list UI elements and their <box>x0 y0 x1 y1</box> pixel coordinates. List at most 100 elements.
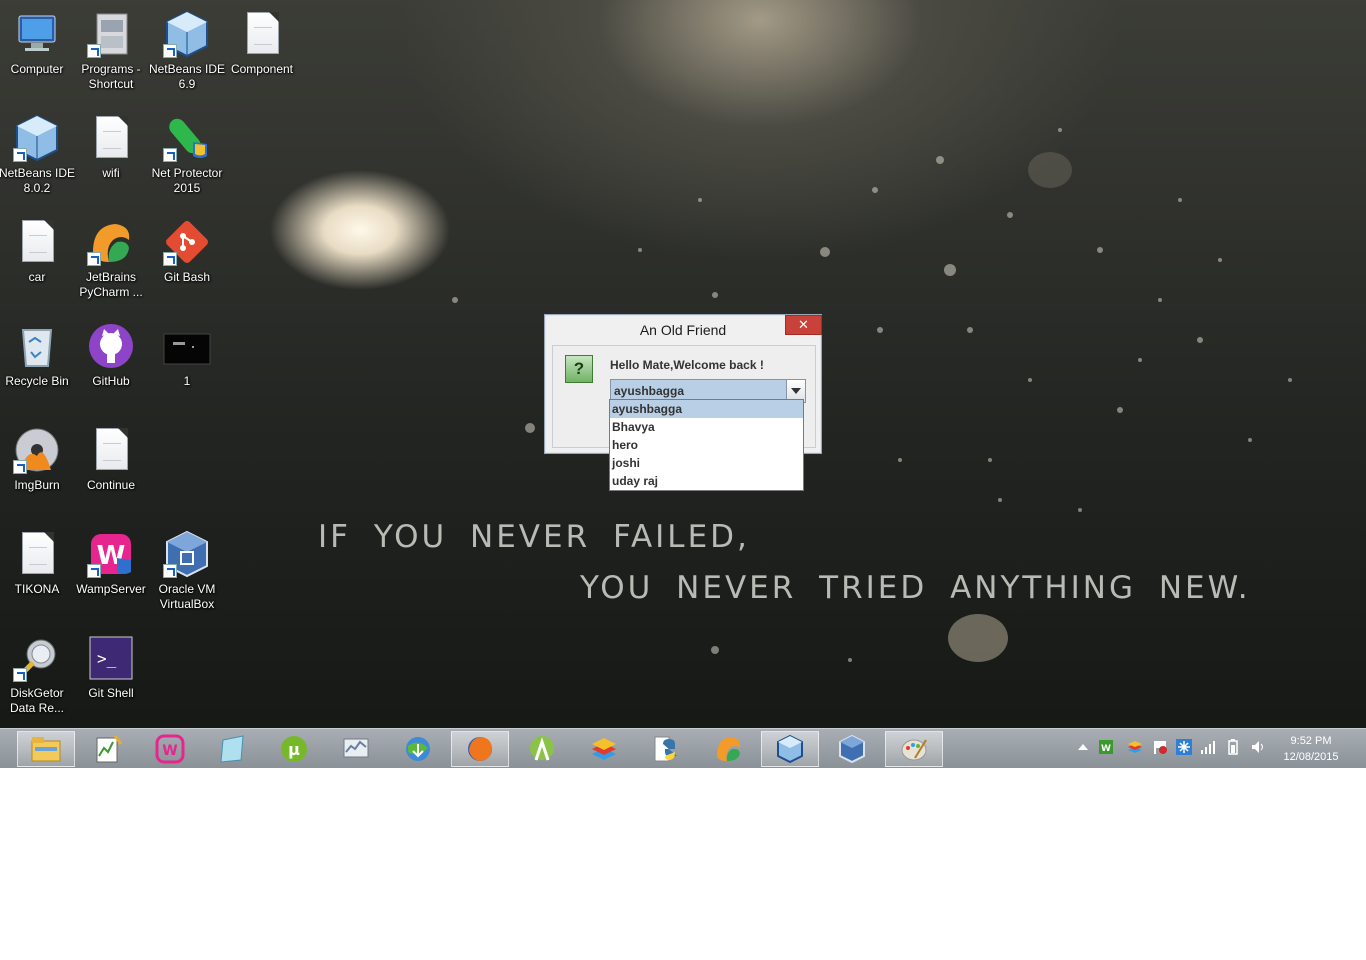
question-icon: ? <box>565 355 593 383</box>
paint-icon[interactable] <box>885 731 943 767</box>
git-shell-icon: >_ <box>87 634 135 682</box>
action-center-flag-icon[interactable] <box>1152 739 1168 755</box>
netbeans-icon <box>13 114 61 162</box>
desktop-icon-component[interactable]: Component <box>225 2 299 98</box>
desktop-icon-label: Component <box>230 62 294 76</box>
close-button[interactable]: ✕ <box>785 315 822 335</box>
desktop-icon-label: Net Protector 2015 <box>151 166 223 195</box>
svg-text:>_: >_ <box>97 649 117 668</box>
desktop-icon-git-shell[interactable]: >_ Git Shell <box>74 626 148 722</box>
desktop-icon-virtualbox[interactable]: Oracle VM VirtualBox <box>150 522 224 618</box>
shortcut-arrow-icon <box>87 44 101 58</box>
computer-icon <box>13 10 61 58</box>
github-icon <box>87 322 135 370</box>
svg-text:W: W <box>1101 744 1111 754</box>
pycharm-icon[interactable] <box>699 731 757 767</box>
desktop-icon-git-bash[interactable]: Git Bash <box>150 210 224 306</box>
desktop-icon-label: JetBrains PyCharm ... <box>79 270 143 299</box>
desktop-icon-label: NetBeans IDE 6.9 <box>148 62 226 91</box>
shortcut-arrow-icon <box>13 460 27 474</box>
document-icon <box>13 530 61 578</box>
desktop-icon-programs[interactable]: Programs - Shortcut <box>74 2 148 98</box>
dropdown-option[interactable]: Bhavya <box>610 418 803 436</box>
python-icon[interactable] <box>637 731 695 767</box>
shortcut-arrow-icon <box>163 564 177 578</box>
desktop-icon-imgburn[interactable]: ImgBurn <box>0 418 74 514</box>
desktop-icon-netbeans-8[interactable]: NetBeans IDE 8.0.2 <box>0 106 75 202</box>
desktop-icon-diskgetor[interactable]: DiskGetor Data Re... <box>0 626 74 722</box>
document-icon <box>87 114 135 162</box>
desktop-icon-recycle-bin[interactable]: Recycle Bin <box>0 314 74 410</box>
user-dropdown-list: ayushbagga Bhavya hero joshi uday raj <box>609 399 804 491</box>
desktop-icon-label: Recycle Bin <box>5 374 69 388</box>
virtualbox-icon[interactable] <box>823 731 881 767</box>
dropdown-option[interactable]: ayushbagga <box>610 400 803 418</box>
svg-text:W: W <box>162 743 177 759</box>
bluestacks-icon[interactable] <box>575 731 633 767</box>
desktop-icon-label: GitHub <box>92 374 130 388</box>
netbeans-icon <box>163 10 211 58</box>
pycharm-icon <box>87 218 135 266</box>
desktop-icon-label: 1 <box>183 374 191 388</box>
shortcut-arrow-icon <box>13 668 27 682</box>
desktop-icon-continue[interactable]: Continue <box>74 418 148 514</box>
system-clock[interactable]: 9:52 PM 12/08/2015 <box>1272 733 1350 765</box>
system-monitor-icon[interactable] <box>327 731 385 767</box>
dropdown-option[interactable]: uday raj <box>610 472 803 490</box>
utorrent-icon[interactable]: µ <box>265 731 323 767</box>
dialog-title: An Old Friend <box>639 322 727 338</box>
desktop-icon-label: DiskGetor Data Re... <box>9 686 65 715</box>
combobox-selected-value: ayushbagga <box>614 384 685 398</box>
desktop-icon-label: ImgBurn <box>14 478 60 492</box>
snowflake-icon[interactable] <box>1176 739 1192 755</box>
desktop-icon-label: wifi <box>102 166 120 180</box>
programs-icon <box>87 10 135 58</box>
wallpaper-quote-line1: IF YOU NEVER FAILED, <box>318 519 750 555</box>
net-protector-icon <box>163 114 211 162</box>
wallpaper-quote-line2: YOU NEVER TRIED ANYTHING NEW. <box>580 570 1251 606</box>
desktop-icon-netbeans-6[interactable]: NetBeans IDE 6.9 <box>148 2 226 98</box>
desktop-icon-label: Oracle VM VirtualBox <box>158 582 216 611</box>
battery-icon[interactable] <box>1225 739 1241 755</box>
diskgetor-icon <box>13 634 61 682</box>
wampserver-tray-icon[interactable]: W <box>1098 739 1114 755</box>
netbeans-icon[interactable] <box>761 731 819 767</box>
desktop-icon-wifi[interactable]: wifi <box>74 106 148 202</box>
dropdown-option[interactable]: joshi <box>610 454 803 472</box>
svg-text:µ: µ <box>288 740 300 759</box>
desktop-icon-label: car <box>28 270 46 284</box>
dialog-message: Hello Mate,Welcome back ! <box>610 358 764 372</box>
desktop-icon-github[interactable]: GitHub <box>74 314 148 410</box>
desktop-icon-wampserver[interactable]: W WampServer <box>74 522 148 618</box>
recycle-bin-icon <box>13 322 61 370</box>
show-hidden-icons-icon[interactable] <box>1075 739 1091 755</box>
virtualbox-icon <box>163 530 211 578</box>
desktop-icon-label: WampServer <box>76 582 146 596</box>
firefox-icon[interactable] <box>451 731 509 767</box>
bluestacks-tray-icon[interactable] <box>1127 739 1143 755</box>
desktop-icon-label: Git Shell <box>88 686 134 700</box>
network-signal-icon[interactable] <box>1200 739 1216 755</box>
android-studio-icon[interactable] <box>513 731 571 767</box>
shortcut-arrow-icon <box>87 252 101 266</box>
desktop-icon-1[interactable]: 1 <box>150 314 224 410</box>
desktop-icon-computer[interactable]: Computer <box>0 2 74 98</box>
desktop-icon-label: Computer <box>10 62 64 76</box>
desktop-icon-car[interactable]: car <box>0 210 74 306</box>
desktop: IF YOU NEVER FAILED, YOU NEVER TRIED ANY… <box>0 0 1366 768</box>
notepad-icon[interactable] <box>203 731 261 767</box>
shortcut-arrow-icon <box>13 148 27 162</box>
internet-download-manager-icon[interactable] <box>389 731 447 767</box>
desktop-icon-pycharm[interactable]: JetBrains PyCharm ... <box>74 210 148 306</box>
volume-icon[interactable] <box>1250 739 1266 755</box>
wampserver-icon[interactable]: W <box>141 731 199 767</box>
notepad-plus-icon[interactable] <box>79 731 137 767</box>
desktop-icon-tikona[interactable]: TIKONA <box>0 522 74 618</box>
file-explorer-icon[interactable] <box>17 731 75 767</box>
dropdown-option[interactable]: hero <box>610 436 803 454</box>
imgburn-icon <box>13 426 61 474</box>
git-bash-icon <box>163 218 211 266</box>
desktop-icon-net-protector[interactable]: Net Protector 2015 <box>150 106 224 202</box>
clock-time: 9:52 PM <box>1290 735 1332 747</box>
shortcut-arrow-icon <box>163 252 177 266</box>
